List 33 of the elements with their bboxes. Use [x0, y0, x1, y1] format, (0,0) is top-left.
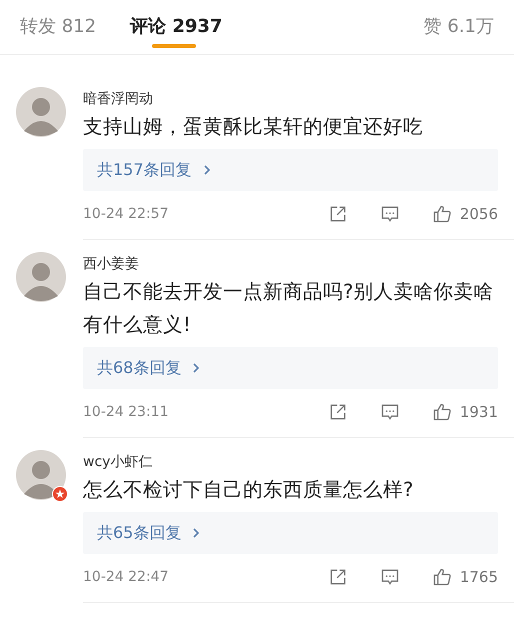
like-count: 1931 — [460, 403, 498, 421]
share-icon[interactable] — [328, 204, 348, 224]
thumbs-up-icon[interactable] — [432, 204, 452, 224]
replies-link[interactable]: 共68条回复 — [83, 347, 498, 389]
comment-text: 自己不能去开发一点新商品吗?别人卖啥你卖啥有什么意义! — [83, 279, 494, 338]
comment-text: 支持山姆，蛋黄酥比某轩的便宜还好吃 — [83, 114, 424, 140]
share-icon[interactable] — [328, 402, 348, 422]
chevron-icon — [191, 526, 202, 540]
replies-link[interactable]: 共65条回复 — [83, 512, 498, 554]
avatar-icon[interactable] — [16, 252, 66, 302]
user-name[interactable]: wcy小虾仁 — [83, 453, 498, 471]
avatar-icon[interactable] — [16, 450, 66, 500]
comment-time: 10-24 23:11 — [83, 404, 168, 420]
comment-time: 10-24 22:57 — [83, 206, 168, 222]
comment-icon[interactable] — [380, 204, 400, 224]
user-name[interactable]: 暗香浮罔动 — [83, 90, 498, 108]
thumbs-up-icon[interactable] — [432, 402, 452, 422]
comment-text: 怎么不检讨下自己的东西质量怎么样? — [83, 477, 414, 503]
tab[interactable]: 转发 812 — [20, 0, 96, 54]
avatar-icon[interactable] — [16, 87, 66, 137]
comment-icon[interactable] — [380, 402, 400, 422]
tab[interactable]: 赞 6.1万 — [424, 0, 494, 54]
chevron-icon — [202, 163, 212, 177]
user-name[interactable]: 西小姜姜 — [83, 255, 498, 273]
tab[interactable]: 评论 2937 — [130, 0, 222, 54]
thumbs-up-icon[interactable] — [432, 567, 452, 587]
comment-time: 10-24 22:47 — [83, 569, 168, 585]
replies-link[interactable]: 共157条回复 — [83, 149, 498, 191]
like-count: 2056 — [460, 205, 498, 223]
share-icon[interactable] — [328, 567, 348, 587]
comment-icon[interactable] — [380, 567, 400, 587]
like-count: 1765 — [460, 568, 498, 586]
chevron-icon — [191, 361, 202, 375]
